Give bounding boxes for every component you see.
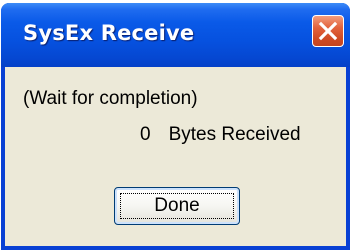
status-message: (Wait for completion) [23, 88, 198, 109]
close-icon [318, 21, 338, 41]
done-button[interactable]: Done [114, 187, 240, 225]
title-bar[interactable]: SysEx Receive [1, 3, 350, 67]
done-button-label: Done [154, 195, 200, 216]
sysex-receive-dialog: SysEx Receive (Wait for completion) 0 Byt… [1, 3, 350, 250]
byte-count: 0 [140, 124, 151, 145]
close-button[interactable] [312, 15, 344, 47]
dialog-body: (Wait for completion) 0 Bytes Received Do… [5, 67, 346, 246]
window-title: SysEx Receive [23, 21, 195, 45]
bytes-received-row: 0 Bytes Received [140, 123, 301, 147]
bytes-received-label: Bytes Received [168, 124, 301, 145]
